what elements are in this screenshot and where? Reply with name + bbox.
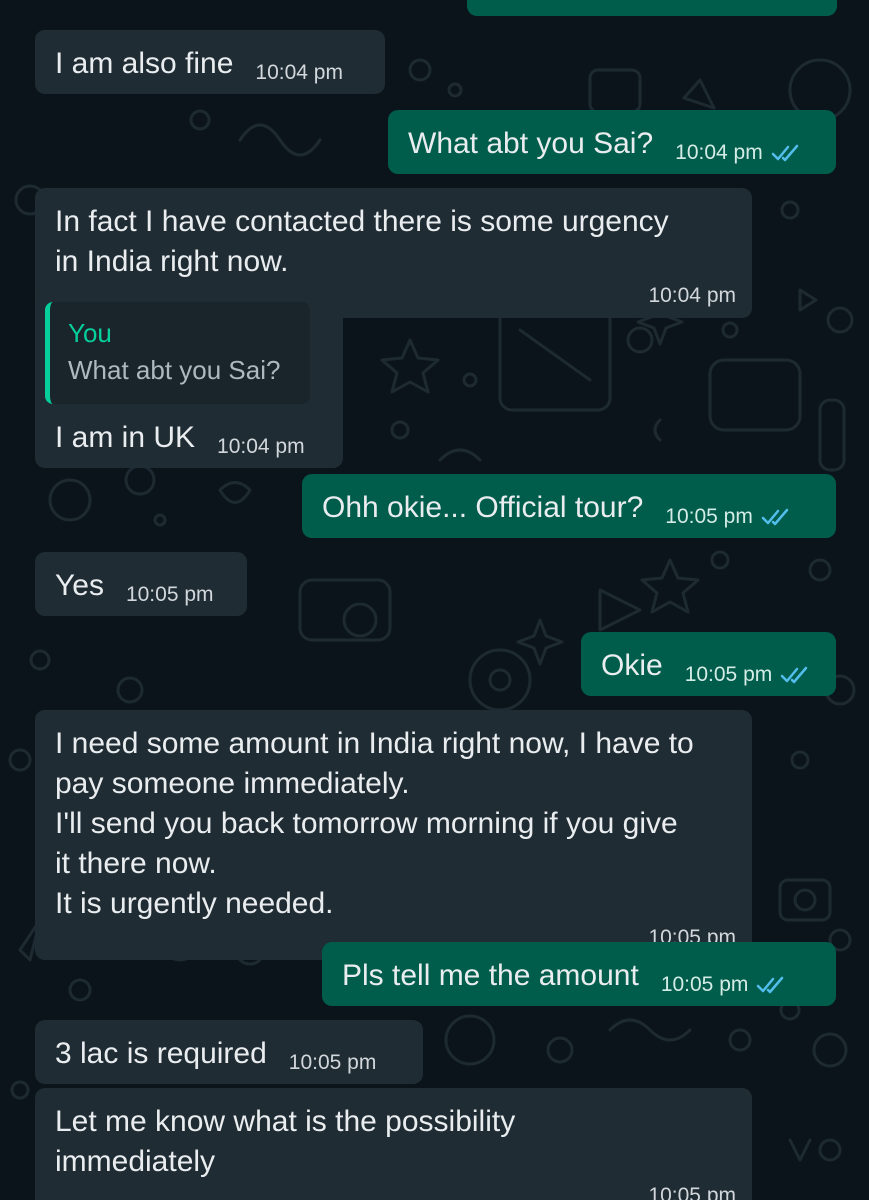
double-check-icon: [761, 508, 789, 526]
message-text: Okie: [601, 649, 663, 682]
quoted-text: What abt you Sai?: [68, 355, 281, 385]
message-text: I am in UK: [55, 421, 196, 454]
message-text: Yes: [55, 569, 104, 602]
message-time: 10:04 pm: [648, 284, 736, 307]
message-time: 10:05 pm: [288, 1051, 377, 1074]
incoming-message[interactable]: 3 lac is required 10:05 pm: [35, 1020, 423, 1084]
outgoing-message[interactable]: Ohh okie... Official tour? 10:05 pm: [302, 474, 836, 538]
message-time: 10:04 pm: [217, 435, 305, 458]
message-time: 10:04 pm: [675, 141, 763, 164]
outgoing-message[interactable]: Okie 10:05 pm: [581, 632, 836, 696]
message-time: 10:05 pm: [648, 1184, 736, 1200]
incoming-message[interactable]: Let me know what is the possibility imme…: [35, 1088, 752, 1200]
message-text: I am also fine: [55, 47, 234, 80]
outgoing-message[interactable]: Pls tell me the amount 10:05 pm: [322, 942, 836, 1006]
incoming-reply-message[interactable]: You What abt you Sai? I am in UK 10:04 p…: [35, 292, 343, 468]
quoted-message[interactable]: You What abt you Sai?: [45, 302, 310, 404]
message-text: 3 lac is required: [55, 1037, 267, 1070]
message-text: Pls tell me the amount: [342, 959, 639, 992]
double-check-icon: [757, 976, 784, 994]
chat-message-list[interactable]: I am also fine 10:04 pm What abt you Sai…: [0, 0, 869, 1200]
message-text: I need some amount in India right now, I…: [55, 727, 694, 920]
double-check-icon: [771, 144, 798, 162]
message-text: Let me know what is the possibility imme…: [55, 1105, 516, 1178]
message-time: 10:05 pm: [665, 505, 753, 528]
outgoing-message[interactable]: What abt you Sai? 10:04 pm: [388, 110, 836, 174]
message-text: Ohh okie... Official tour?: [322, 491, 644, 524]
message-time: 10:04 pm: [255, 61, 343, 84]
incoming-message[interactable]: I am also fine 10:04 pm: [35, 30, 385, 94]
incoming-message[interactable]: Yes 10:05 pm: [35, 552, 247, 616]
message-time: 10:05 pm: [660, 973, 749, 996]
message-text: In fact I have contacted there is some u…: [55, 205, 669, 278]
quoted-author: You: [68, 318, 112, 348]
message-time: 10:05 pm: [125, 583, 214, 606]
incoming-message[interactable]: I need some amount in India right now, I…: [35, 710, 752, 960]
message-text: What abt you Sai?: [408, 127, 654, 160]
double-check-icon: [781, 666, 808, 684]
message-time: 10:05 pm: [684, 663, 773, 686]
previous-outgoing-bubble-partial: [467, 0, 837, 16]
